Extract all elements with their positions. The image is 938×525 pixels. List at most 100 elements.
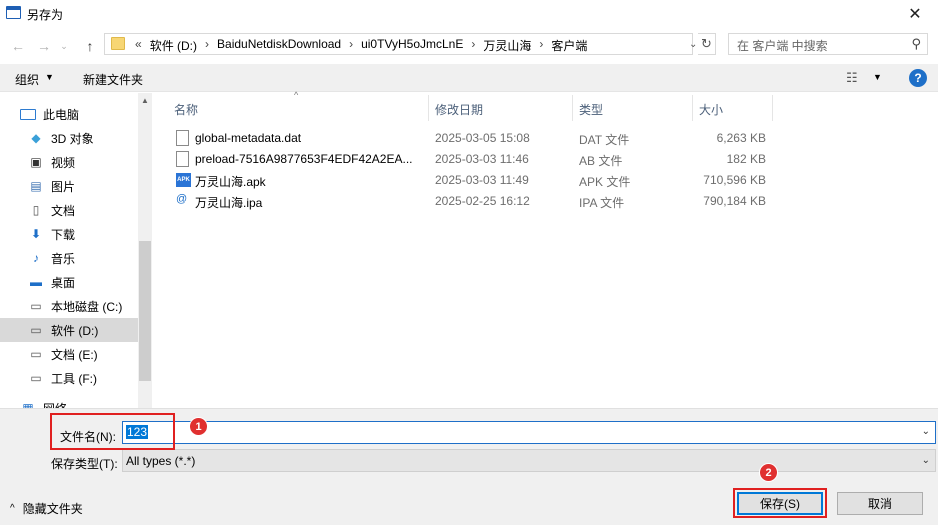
download-icon: ⬇ (30, 227, 42, 241)
sidebar-item-label: 桌面 (51, 275, 76, 290)
file-size: 710,596 KB (703, 173, 766, 187)
file-modified: 2025-02-25 16:12 (435, 194, 530, 208)
file-list: ^ 名称 修改日期 类型 大小 global-metadata.dat 2025… (152, 90, 938, 408)
up-button[interactable]: ↑ (80, 36, 100, 56)
sidebar-item-music[interactable]: ♪ 音乐 (0, 246, 138, 270)
sidebar-item-3d-objects[interactable]: ◆ 3D 对象 (0, 126, 138, 150)
refresh-icon: ↻ (701, 36, 712, 51)
sidebar-item-tools-f[interactable]: ▭ 工具 (F:) (0, 366, 138, 390)
drive-icon: ▭ (30, 323, 42, 337)
column-header-type[interactable]: 类型 (579, 101, 603, 118)
sidebar-item-this-pc[interactable]: 此电脑 (0, 102, 138, 126)
file-modified: 2025-03-03 11:46 (435, 152, 529, 166)
scroll-up-icon[interactable]: ▲ (141, 96, 149, 105)
search-icon: ⚲ (911, 36, 921, 51)
sidebar-item-documents[interactable]: ▯ 文档 (0, 198, 138, 222)
document-icon: ▯ (32, 203, 40, 217)
window-icon (6, 6, 21, 19)
window-title: 另存为 (27, 8, 64, 22)
sidebar-item-software-d[interactable]: ▭ 软件 (D:) (0, 318, 138, 342)
address-bar[interactable]: « 软件 (D:) › BaiduNetdiskDownload › ui0TV… (104, 33, 693, 55)
breadcrumb-chevron-icon[interactable]: › (201, 37, 213, 54)
file-row[interactable]: preload-7516A9877653F4EDF42A2EA... 2025-… (170, 149, 770, 170)
column-divider[interactable] (428, 95, 429, 121)
folder-icon (111, 37, 125, 50)
filetype-label: 保存类型(T): (51, 457, 118, 471)
sidebar-item-label: 工具 (F:) (51, 371, 97, 386)
file-row[interactable]: APK 万灵山海.apk 2025-03-03 11:49 APK 文件 710… (170, 170, 770, 191)
file-name: global-metadata.dat (195, 131, 302, 145)
column-divider[interactable] (572, 95, 573, 121)
sidebar-item-label: 文档 (E:) (51, 347, 98, 362)
sidebar-item-pictures[interactable]: ▤ 图片 (0, 174, 138, 198)
file-row[interactable]: global-metadata.dat 2025-03-05 15:08 DAT… (170, 128, 770, 149)
sidebar-item-label: 音乐 (51, 251, 76, 266)
file-size: 182 KB (726, 152, 766, 166)
file-size: 6,263 KB (716, 131, 766, 145)
chevron-down-icon: ⌄ (921, 455, 930, 466)
search-input[interactable]: 在 客户端 中搜索 ⚲ (728, 33, 928, 55)
forward-button[interactable]: → (34, 36, 54, 56)
chevron-down-icon[interactable]: ⌄ (922, 426, 930, 437)
back-button[interactable]: ← (8, 36, 28, 56)
file-type: DAT 文件 (579, 133, 630, 147)
sidebar-item-documents-e[interactable]: ▭ 文档 (E:) (0, 342, 138, 366)
refresh-button[interactable]: ↻ (698, 33, 716, 55)
arrow-up-icon: ↑ (86, 38, 94, 54)
sidebar-item-desktop[interactable]: ▬ 桌面 (0, 270, 138, 294)
breadcrumb-chevron-icon[interactable]: › (535, 37, 547, 54)
breadcrumb-chevron-icon[interactable]: › (467, 37, 479, 54)
file-modified: 2025-03-03 11:49 (435, 173, 529, 187)
drive-icon: ▭ (30, 347, 42, 361)
filename-input[interactable]: 123 ⌄ (122, 421, 936, 444)
sidebar-item-local-disk-c[interactable]: ▭ 本地磁盘 (C:) (0, 294, 138, 318)
file-size: 790,184 KB (703, 194, 766, 208)
sidebar-item-label: 图片 (51, 179, 76, 194)
chevron-up-icon: ^ (10, 503, 15, 514)
help-icon[interactable]: ? (909, 69, 927, 87)
breadcrumb-item[interactable]: ui0TVyH5oJmcLnE (357, 37, 467, 54)
drive-icon: ▭ (30, 299, 42, 313)
toolbar: 组织 ▼ 新建文件夹 ☷ ▼ ? (0, 64, 938, 92)
cube-icon: ◆ (31, 131, 41, 145)
column-divider[interactable] (692, 95, 693, 121)
breadcrumb-item[interactable]: 万灵山海 (479, 37, 535, 54)
cancel-button[interactable]: 取消 (837, 492, 923, 515)
filetype-select[interactable]: All types (*.*) ⌄ (122, 449, 936, 472)
drive-icon: ▭ (30, 371, 42, 385)
desktop-icon: ▬ (30, 275, 42, 289)
column-header-size[interactable]: 大小 (699, 101, 723, 118)
close-button[interactable]: ✕ (892, 0, 938, 28)
sidebar-item-videos[interactable]: ▣ 视频 (0, 150, 138, 174)
sidebar-item-network[interactable]: ▦ 网络 (0, 396, 138, 408)
address-dropdown-button[interactable]: ⌄ (689, 34, 697, 54)
view-options-icon[interactable]: ☷ (846, 70, 858, 86)
breadcrumb: « 软件 (D:) › BaiduNetdiskDownload › ui0TV… (131, 37, 591, 54)
hide-folders-toggle[interactable]: ^ 隐藏文件夹 (10, 500, 83, 517)
sidebar-item-label: 3D 对象 (51, 131, 94, 146)
organize-button[interactable]: 组织 (15, 71, 39, 88)
breadcrumb-item[interactable]: 软件 (D:) (146, 37, 201, 54)
recent-locations-button[interactable]: ⌄ (58, 36, 70, 56)
file-name: preload-7516A9877653F4EDF42A2EA... (195, 152, 413, 166)
sidebar-item-label: 文档 (51, 203, 76, 218)
column-divider[interactable] (772, 95, 773, 121)
sidebar-scrollbar-thumb[interactable] (139, 241, 151, 381)
column-header-name[interactable]: 名称 (174, 101, 198, 118)
search-placeholder: 在 客户端 中搜索 (737, 39, 828, 53)
breadcrumb-overflow[interactable]: « (131, 37, 146, 54)
filetype-value: All types (*.*) (126, 454, 196, 468)
sidebar-item-label: 网络 (43, 400, 67, 409)
breadcrumb-chevron-icon[interactable]: › (345, 37, 357, 54)
hide-folders-label: 隐藏文件夹 (22, 502, 83, 516)
column-header-modified[interactable]: 修改日期 (435, 101, 483, 118)
file-modified: 2025-03-05 15:08 (435, 131, 530, 145)
new-folder-button[interactable]: 新建文件夹 (83, 71, 143, 88)
breadcrumb-item[interactable]: 客户端 (547, 37, 591, 54)
video-icon: ▣ (30, 155, 42, 169)
sidebar-item-downloads[interactable]: ⬇ 下载 (0, 222, 138, 246)
file-row[interactable]: @ 万灵山海.ipa 2025-02-25 16:12 IPA 文件 790,1… (170, 191, 770, 212)
breadcrumb-item[interactable]: BaiduNetdiskDownload (213, 37, 345, 54)
chevron-down-icon[interactable]: ▼ (873, 72, 882, 82)
annotation-box-filename (50, 413, 175, 450)
